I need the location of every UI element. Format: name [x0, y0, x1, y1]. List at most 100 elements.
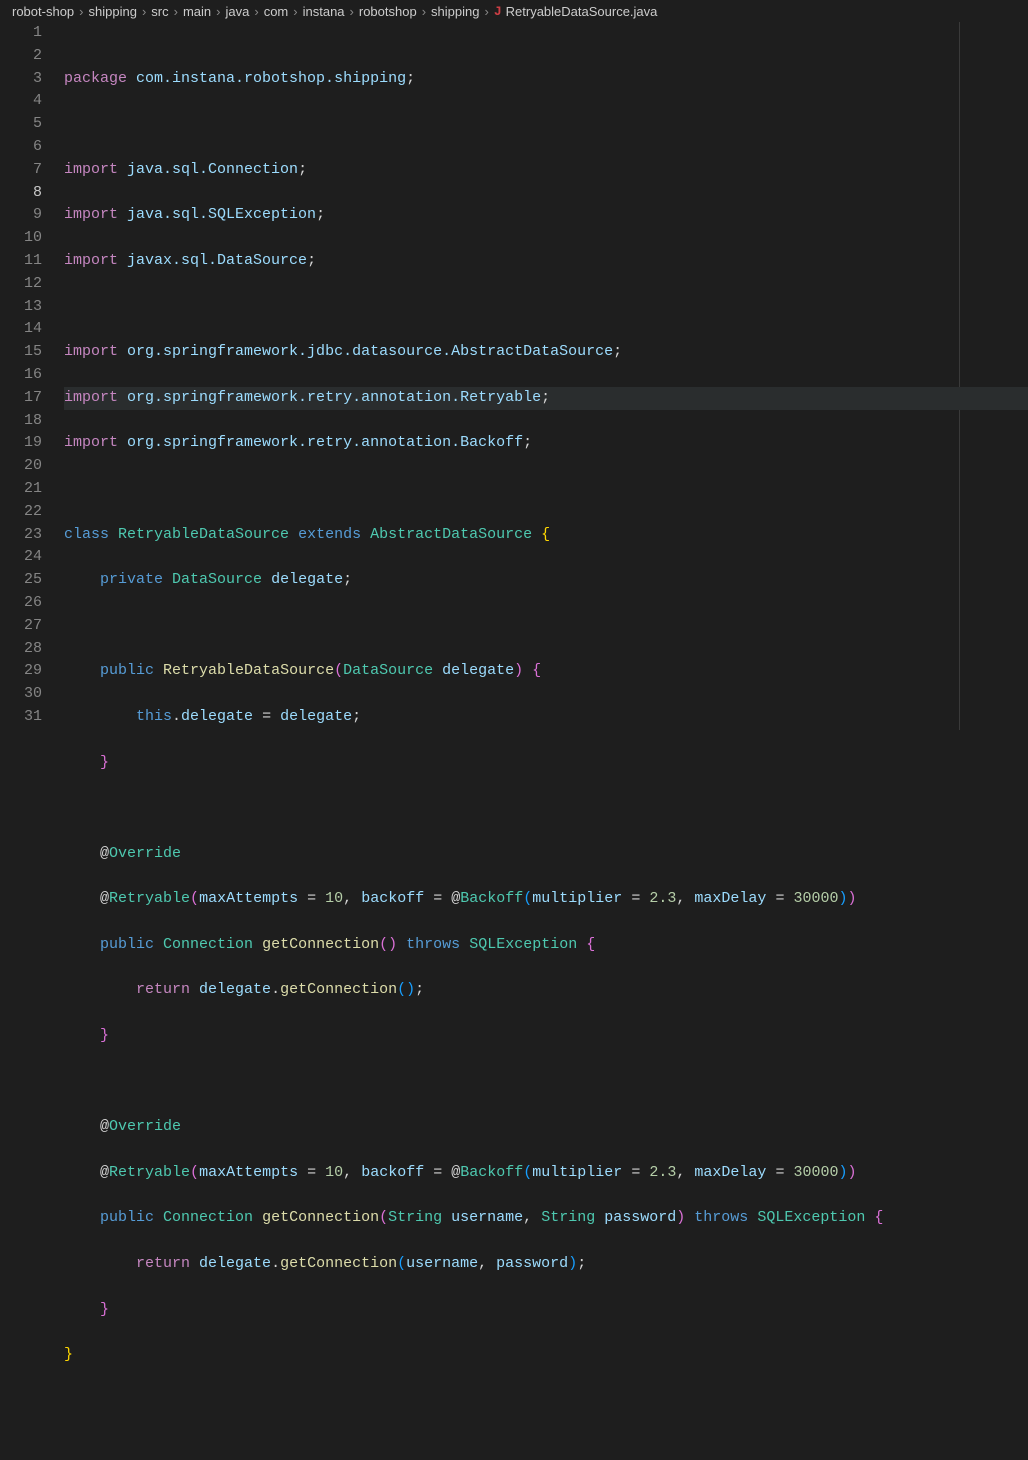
- type-name: DataSource: [172, 571, 262, 588]
- param-name: maxDelay: [694, 890, 766, 907]
- keyword: import: [64, 252, 118, 269]
- line-number: 28: [0, 638, 42, 661]
- package-path: com.instana.robotshop.shipping: [136, 70, 406, 87]
- chevron-right-icon: ›: [422, 4, 426, 19]
- number-literal: 2.3: [649, 890, 676, 907]
- type-name: String: [388, 1209, 442, 1226]
- breadcrumb-item[interactable]: robot-shop: [12, 4, 74, 19]
- keyword: throws: [694, 1209, 748, 1226]
- line-number: 5: [0, 113, 42, 136]
- param-name: username: [451, 1209, 523, 1226]
- breadcrumb-item[interactable]: src: [151, 4, 168, 19]
- code-content[interactable]: package com.instana.robotshop.shipping; …: [64, 22, 1028, 730]
- keyword: import: [64, 389, 118, 406]
- code-editor[interactable]: 1234567891011121314151617181920212223242…: [0, 22, 1028, 730]
- annotation: Retryable: [109, 1164, 190, 1181]
- type-name: Connection: [163, 1209, 253, 1226]
- line-number: 8: [0, 182, 42, 205]
- line-number: 11: [0, 250, 42, 273]
- breadcrumb-item[interactable]: main: [183, 4, 211, 19]
- method-name: getConnection: [262, 1209, 379, 1226]
- import-path: javax.sql.DataSource: [127, 252, 307, 269]
- field-name: delegate: [181, 708, 253, 725]
- chevron-right-icon: ›: [350, 4, 354, 19]
- line-number: 7: [0, 159, 42, 182]
- breadcrumb-item[interactable]: shipping: [431, 4, 479, 19]
- chevron-right-icon: ›: [142, 4, 146, 19]
- line-number: 18: [0, 410, 42, 433]
- type-name: SQLException: [757, 1209, 865, 1226]
- java-file-icon: J: [494, 4, 502, 19]
- keyword: return: [136, 1255, 190, 1272]
- line-number: 3: [0, 68, 42, 91]
- param-name: backoff: [361, 890, 424, 907]
- var-name: delegate: [199, 1255, 271, 1272]
- keyword: this: [136, 708, 172, 725]
- import-path: org.springframework.retry.annotation.Ret…: [127, 389, 541, 406]
- import-path: java.sql.SQLException: [127, 206, 316, 223]
- param-name: maxAttempts: [199, 890, 298, 907]
- param-name: password: [604, 1209, 676, 1226]
- line-number: 2: [0, 45, 42, 68]
- line-number: 14: [0, 318, 42, 341]
- annotation: Backoff: [460, 1164, 523, 1181]
- chevron-right-icon: ›: [293, 4, 297, 19]
- line-number: 17: [0, 387, 42, 410]
- chevron-right-icon: ›: [79, 4, 83, 19]
- annotation: Override: [109, 845, 181, 862]
- chevron-right-icon: ›: [174, 4, 178, 19]
- keyword: private: [100, 571, 163, 588]
- breadcrumb-item[interactable]: robotshop: [359, 4, 417, 19]
- number-literal: 30000: [793, 890, 838, 907]
- line-number: 29: [0, 660, 42, 683]
- type-name: Connection: [163, 936, 253, 953]
- breadcrumb-item[interactable]: java: [226, 4, 250, 19]
- line-number: 6: [0, 136, 42, 159]
- import-path: java.sql.Connection: [127, 161, 298, 178]
- method-call: getConnection: [280, 1255, 397, 1272]
- keyword: throws: [406, 936, 460, 953]
- param-name: maxDelay: [694, 1164, 766, 1181]
- import-path: org.springframework.jdbc.datasource.Abst…: [127, 343, 613, 360]
- type-name: DataSource: [343, 662, 433, 679]
- breadcrumb[interactable]: robot-shop › shipping › src › main › java › c…: [0, 0, 1028, 22]
- keyword: import: [64, 343, 118, 360]
- constructor-name: RetryableDataSource: [163, 662, 334, 679]
- keyword: extends: [298, 526, 361, 543]
- line-number: 30: [0, 683, 42, 706]
- class-name: RetryableDataSource: [118, 526, 289, 543]
- var-name: password: [496, 1255, 568, 1272]
- line-number: 12: [0, 273, 42, 296]
- keyword: public: [100, 662, 154, 679]
- keyword: import: [64, 434, 118, 451]
- breadcrumb-item[interactable]: com: [264, 4, 289, 19]
- line-number: 24: [0, 546, 42, 569]
- line-number-gutter: 1234567891011121314151617181920212223242…: [0, 22, 64, 730]
- number-literal: 30000: [793, 1164, 838, 1181]
- method-call: getConnection: [280, 981, 397, 998]
- line-number: 10: [0, 227, 42, 250]
- annotation: Override: [109, 1118, 181, 1135]
- line-number: 15: [0, 341, 42, 364]
- line-number: 31: [0, 706, 42, 729]
- var-name: delegate: [199, 981, 271, 998]
- annotation: Backoff: [460, 890, 523, 907]
- breadcrumb-item[interactable]: instana: [303, 4, 345, 19]
- breadcrumb-file[interactable]: RetryableDataSource.java: [506, 4, 658, 19]
- breadcrumb-item[interactable]: shipping: [89, 4, 137, 19]
- annotation: Retryable: [109, 890, 190, 907]
- keyword: class: [64, 526, 109, 543]
- keyword: return: [136, 981, 190, 998]
- line-number: 4: [0, 90, 42, 113]
- param-name: backoff: [361, 1164, 424, 1181]
- param-name: delegate: [442, 662, 514, 679]
- line-number: 19: [0, 432, 42, 455]
- line-number: 26: [0, 592, 42, 615]
- line-number: 13: [0, 296, 42, 319]
- param-name: multiplier: [532, 890, 622, 907]
- line-number: 1: [0, 22, 42, 45]
- line-number: 16: [0, 364, 42, 387]
- chevron-right-icon: ›: [484, 4, 488, 19]
- line-number: 21: [0, 478, 42, 501]
- method-name: getConnection: [262, 936, 379, 953]
